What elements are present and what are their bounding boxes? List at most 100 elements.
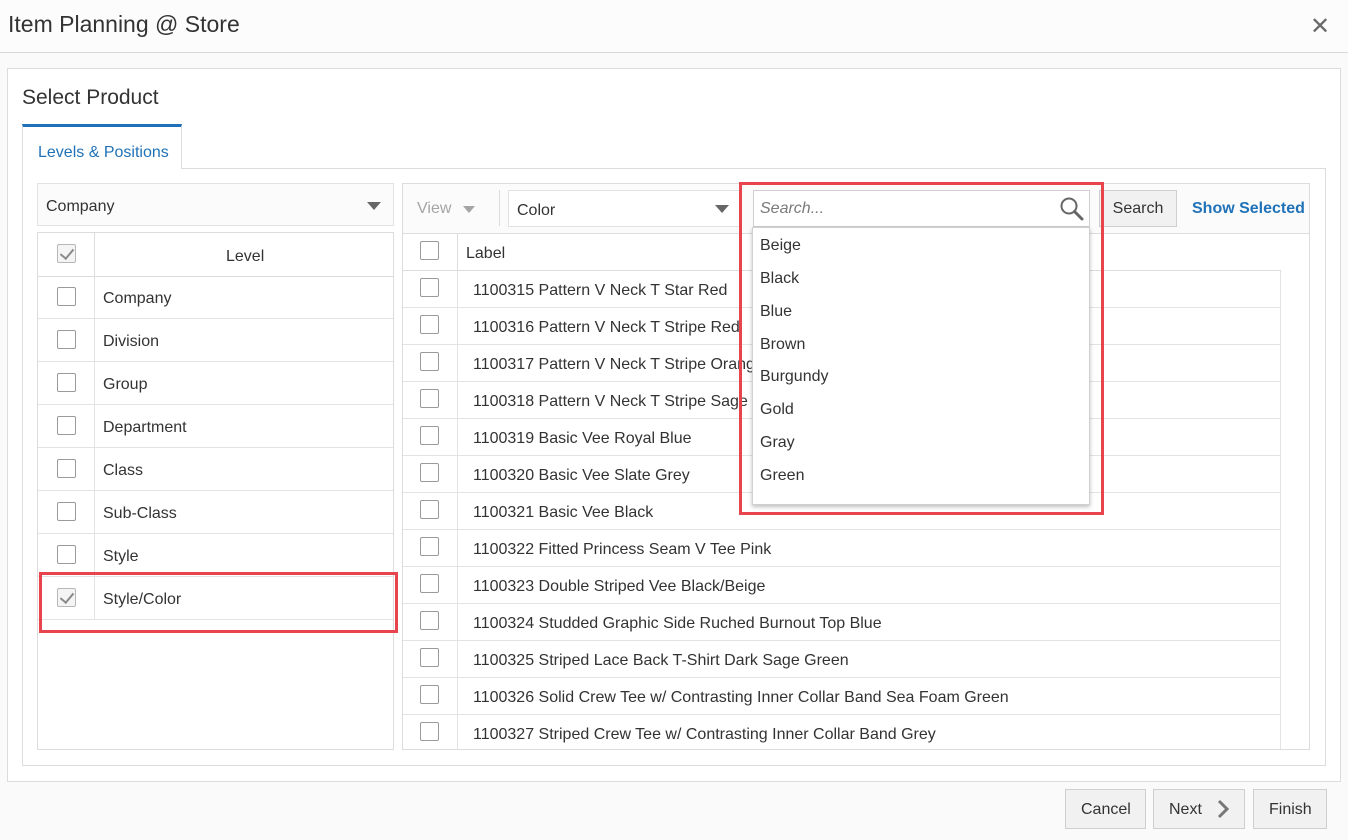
attribute-select-value: Color: [517, 202, 556, 219]
level-checkbox[interactable]: [57, 416, 76, 435]
item-label: 1100318 Pattern V Neck T Stripe Sage C: [473, 393, 764, 410]
row-checkbox[interactable]: [420, 315, 439, 334]
column-divider: [457, 419, 458, 456]
item-label: 1100326 Solid Crew Tee w/ Contrasting In…: [473, 689, 1009, 706]
level-label: Department: [103, 419, 187, 436]
show-selected-link[interactable]: Show Selected: [1192, 200, 1305, 218]
level-row[interactable]: Style: [38, 534, 393, 577]
row-checkbox[interactable]: [420, 722, 439, 741]
level-checkbox[interactable]: [57, 287, 76, 306]
level-checkbox[interactable]: [57, 330, 76, 349]
item-label: 1100317 Pattern V Neck T Stripe Orang: [473, 356, 755, 373]
column-divider: [457, 345, 458, 382]
item-label: 1100322 Fitted Princess Seam V Tee Pink: [473, 541, 772, 558]
finish-button[interactable]: Finish: [1253, 789, 1327, 829]
column-divider: [94, 276, 95, 319]
label-column-header: Label: [466, 245, 506, 262]
table-row[interactable]: 1100325 Striped Lace Back T-Shirt Dark S…: [403, 641, 1281, 678]
level-checkbox[interactable]: [57, 459, 76, 478]
column-divider: [94, 448, 95, 491]
column-divider: [457, 493, 458, 530]
column-divider: [457, 271, 458, 308]
chevron-down-icon: [367, 202, 381, 210]
table-row[interactable]: 1100324 Studded Graphic Side Ruched Burn…: [403, 604, 1281, 641]
level-table-header: Level: [38, 233, 393, 277]
table-row[interactable]: 1100327 Striped Crew Tee w/ Contrasting …: [403, 715, 1281, 749]
row-checkbox[interactable]: [420, 389, 439, 408]
item-label: 1100319 Basic Vee Royal Blue: [473, 430, 692, 447]
column-divider: [457, 530, 458, 567]
panel-title: Select Product: [22, 86, 159, 109]
window-title: Item Planning @ Store: [8, 11, 240, 37]
table-row[interactable]: 1100326 Solid Crew Tee w/ Contrasting In…: [403, 678, 1281, 715]
row-checkbox[interactable]: [420, 611, 439, 630]
level-row[interactable]: Division: [38, 319, 393, 362]
view-menu[interactable]: View: [417, 200, 475, 218]
row-checkbox[interactable]: [420, 352, 439, 371]
finish-label: Finish: [1269, 801, 1312, 818]
row-checkbox[interactable]: [420, 685, 439, 704]
level-label: Style: [103, 548, 139, 565]
column-divider: [94, 534, 95, 577]
highlight-box-search: [739, 182, 1104, 515]
level-label: Company: [103, 290, 172, 307]
level-select-value: Company: [46, 198, 115, 215]
column-divider: [457, 456, 458, 493]
column-divider: [457, 308, 458, 345]
attribute-select[interactable]: Color: [508, 190, 742, 227]
row-checkbox[interactable]: [420, 278, 439, 297]
level-label: Group: [103, 376, 148, 393]
close-icon[interactable]: ✕: [1310, 12, 1330, 41]
item-label: 1100323 Double Striped Vee Black/Beige: [473, 578, 766, 595]
chevron-right-icon: [1217, 799, 1230, 819]
level-checkbox[interactable]: [57, 373, 76, 392]
item-label: 1100324 Studded Graphic Side Ruched Burn…: [473, 615, 882, 632]
tab-label: Levels & Positions: [38, 144, 169, 161]
highlight-box-style-color: [39, 572, 398, 633]
level-label: Sub-Class: [103, 505, 177, 522]
item-label: 1100327 Striped Crew Tee w/ Contrasting …: [473, 726, 936, 743]
row-checkbox[interactable]: [420, 500, 439, 519]
column-divider: [457, 641, 458, 678]
row-checkbox[interactable]: [420, 426, 439, 445]
item-label: 1100320 Basic Vee Slate Grey: [473, 467, 690, 484]
chevron-down-icon: [463, 206, 475, 213]
column-divider: [94, 491, 95, 534]
view-label: View: [417, 200, 452, 217]
level-row[interactable]: Class: [38, 448, 393, 491]
level-row[interactable]: Sub-Class: [38, 491, 393, 534]
level-label: Class: [103, 462, 144, 479]
column-divider: [94, 405, 95, 448]
cancel-label: Cancel: [1081, 801, 1131, 818]
select-all-items-checkbox[interactable]: [420, 241, 439, 260]
item-label: 1100325 Striped Lace Back T-Shirt Dark S…: [473, 652, 849, 669]
level-select[interactable]: Company: [37, 183, 394, 226]
level-row[interactable]: Company: [38, 276, 393, 319]
level-label: Division: [103, 333, 160, 350]
tab-levels-positions[interactable]: Levels & Positions: [22, 124, 182, 169]
toolbar-separator: [499, 190, 500, 226]
level-row[interactable]: Group: [38, 362, 393, 405]
title-bar: Item Planning @ Store ✕: [0, 0, 1348, 53]
table-row[interactable]: 1100323 Double Striped Vee Black/Beige: [403, 567, 1281, 604]
level-column-header: Level: [226, 248, 265, 265]
row-checkbox[interactable]: [420, 537, 439, 556]
select-all-checkbox[interactable]: [57, 244, 76, 263]
row-checkbox[interactable]: [420, 574, 439, 593]
level-checkbox[interactable]: [57, 545, 76, 564]
next-button[interactable]: Next: [1153, 789, 1245, 829]
column-divider: [457, 234, 458, 271]
column-divider: [457, 715, 458, 749]
search-button[interactable]: Search: [1099, 190, 1177, 227]
level-row[interactable]: Department: [38, 405, 393, 448]
column-divider: [457, 382, 458, 419]
level-checkbox[interactable]: [57, 502, 76, 521]
item-label: 1100321 Basic Vee Black: [473, 504, 654, 521]
row-checkbox[interactable]: [420, 648, 439, 667]
table-row[interactable]: 1100322 Fitted Princess Seam V Tee Pink: [403, 530, 1281, 567]
column-divider: [94, 319, 95, 362]
cancel-button[interactable]: Cancel: [1065, 789, 1146, 829]
level-table: Level Company Division Group Department …: [37, 232, 394, 750]
item-label: 1100315 Pattern V Neck T Star Red: [473, 282, 728, 299]
row-checkbox[interactable]: [420, 463, 439, 482]
